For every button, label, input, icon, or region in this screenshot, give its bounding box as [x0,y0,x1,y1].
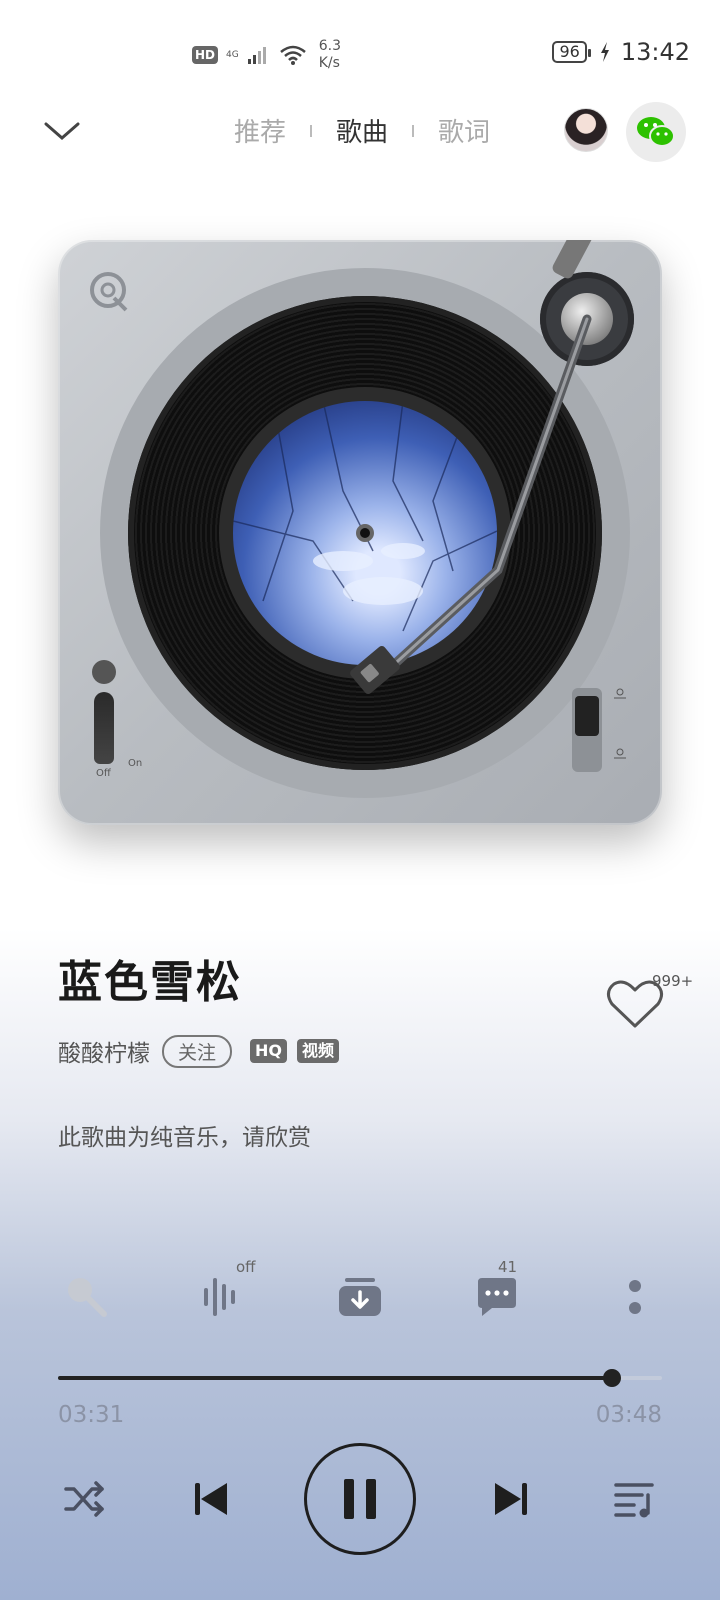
network-type: 4G [226,50,239,60]
power-lever[interactable] [94,692,114,764]
signal-icon [247,47,266,64]
status-right: 96 13:42 [552,38,690,66]
download-icon [339,1278,381,1316]
progress-fill [58,1376,612,1380]
comment-icon [478,1278,516,1316]
clock: 13:42 [620,38,690,66]
microphone-icon [68,1278,107,1317]
progress-bar[interactable] [58,1369,662,1387]
effect-badge: off [236,1258,256,1276]
tab-song[interactable]: 歌曲 [336,112,388,149]
song-title: 蓝色雪松 [58,957,242,1008]
turntable: Off On [58,240,662,825]
speed-value: 6.3 [318,38,341,54]
playlist-icon [614,1483,654,1518]
artist-name[interactable]: 酸酸柠檬 [58,1034,150,1068]
user-avatar[interactable] [564,108,608,152]
previous-button[interactable] [186,1474,236,1524]
speed-mark-icon [614,748,626,759]
download-button[interactable] [333,1270,387,1324]
status-bar: HD 4G 6.3 K/s 96 13:42 [0,0,720,100]
comment-button[interactable]: 41 [470,1258,524,1324]
hd-badge: HD [192,46,219,64]
sound-effect-button[interactable]: off [196,1258,256,1324]
sing-button[interactable] [60,1270,114,1324]
more-button[interactable] [608,1270,662,1324]
battery-indicator: 96 [552,41,592,63]
artist-row: 酸酸柠檬 关注 HQ 视频 [58,1034,340,1068]
speed-unit: K/s [318,55,340,71]
network-speed: 6.3 K/s [319,38,341,72]
pause-icon [344,1479,376,1519]
sound-effect-icon [204,1278,235,1316]
previous-icon [195,1483,227,1515]
lever-on-label: On [128,758,143,769]
collapse-button[interactable] [42,110,82,150]
qq-music-logo [90,272,128,312]
lyrics-note: 此歌曲为纯音乐，请欣赏 [58,1125,311,1151]
wechat-share-button[interactable] [626,102,686,162]
action-row: off 41 [0,1258,720,1330]
next-icon [495,1483,527,1515]
tab-recommend[interactable]: 推荐 [234,112,286,149]
speed-mark-icon [614,688,626,699]
progress-thumb[interactable] [602,1369,621,1387]
tab-divider [310,124,313,137]
tonearm-pivot [561,293,613,345]
chevron-down-icon [44,122,80,140]
pause-button[interactable] [304,1443,416,1555]
lever-off-label: Off [96,768,111,779]
spindle [356,524,374,542]
top-nav: 推荐 歌曲 歌词 [0,100,720,162]
comment-count: 41 [498,1258,518,1276]
wifi-icon [279,45,306,65]
tab-divider [412,124,415,137]
follow-button[interactable]: 关注 [162,1034,233,1068]
charging-icon [600,42,609,62]
shuffle-icon [64,1481,104,1517]
next-button[interactable] [486,1474,536,1524]
more-icon [629,1280,641,1314]
wechat-icon [637,117,675,147]
shuffle-button[interactable] [60,1474,110,1524]
quality-tag[interactable]: HQ [250,1039,288,1063]
total-time: 03:48 [595,1402,662,1428]
speed-switch-knob [575,696,599,736]
playlist-button[interactable] [610,1474,660,1524]
tab-bar: 推荐 歌曲 歌词 [234,112,490,149]
tab-lyrics[interactable]: 歌词 [438,112,490,149]
like-count: 999+ [652,972,694,990]
video-tag[interactable]: 视频 [297,1039,340,1063]
status-left: HD 4G 6.3 K/s [192,38,341,72]
current-time: 03:31 [58,1402,125,1428]
lever-knob [92,660,116,684]
